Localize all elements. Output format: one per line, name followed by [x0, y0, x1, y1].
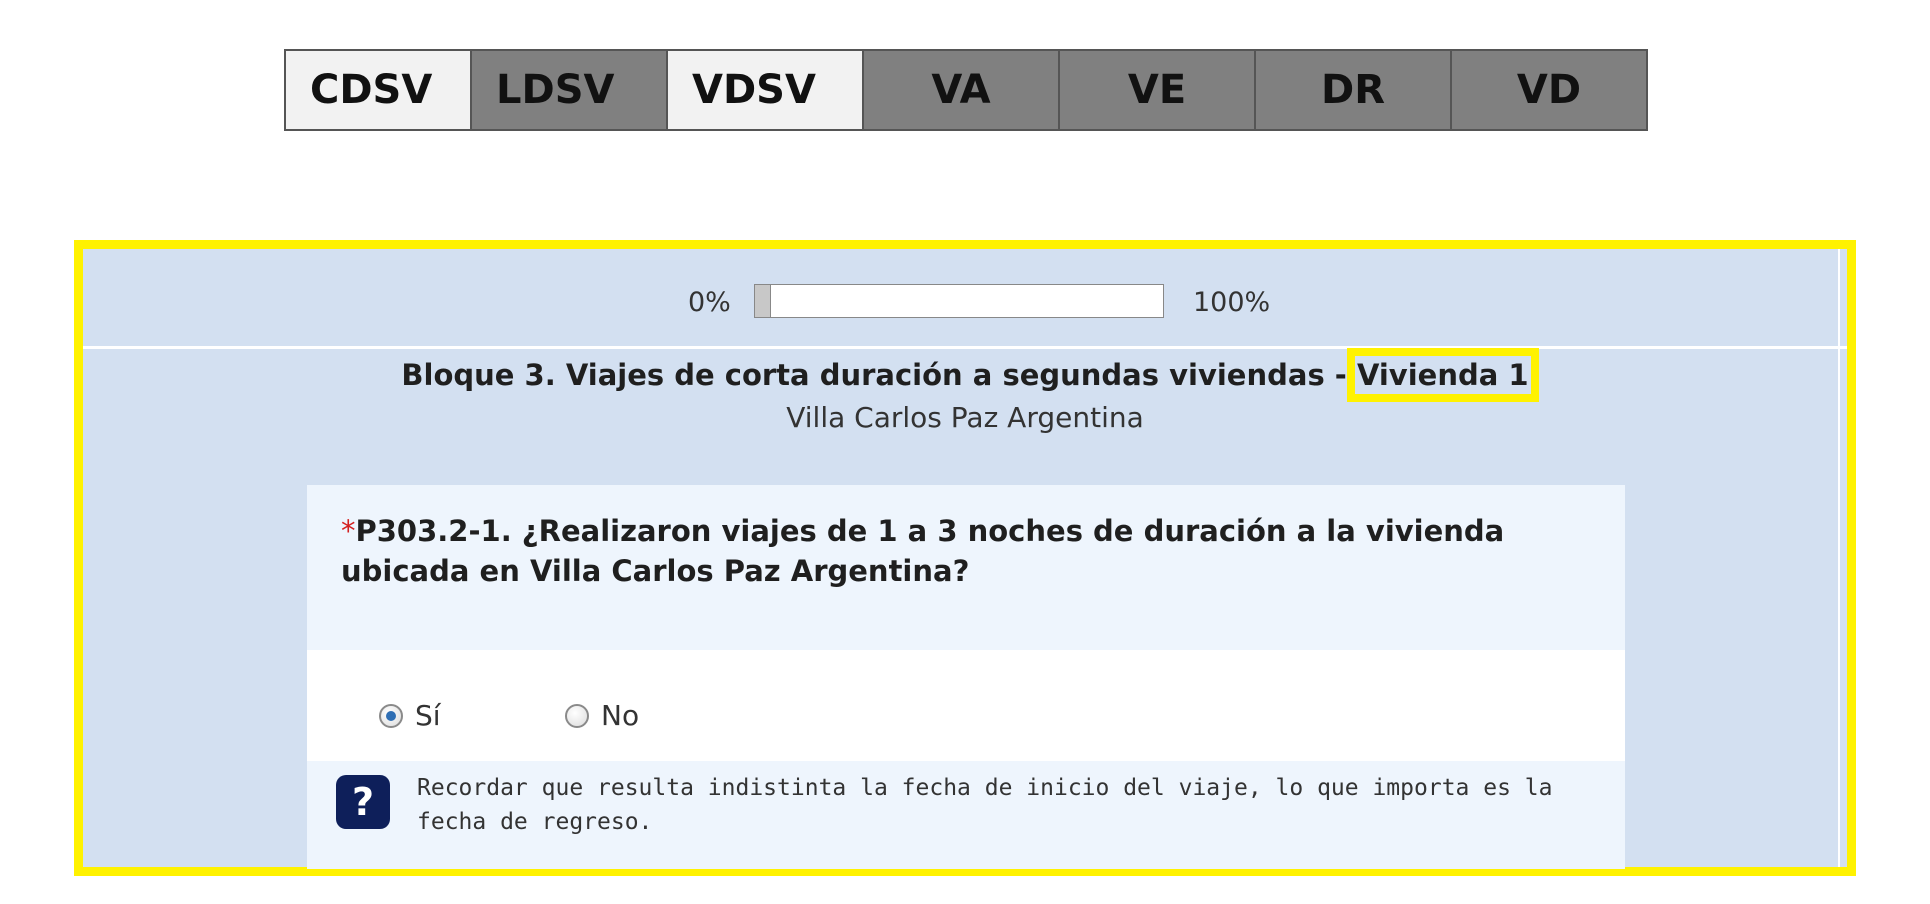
block-title: Bloque 3. Viajes de corta duración a seg… [83, 348, 1847, 402]
progress-start-label: 0% [688, 287, 731, 318]
tab-vd[interactable]: VD [1452, 51, 1646, 129]
block-subtitle: Villa Carlos Paz Argentina [786, 401, 1144, 434]
progress-fill [755, 285, 772, 317]
answer-options: Sí No [307, 650, 1625, 761]
option-si[interactable]: Sí [379, 699, 441, 732]
help-text: Recordar que resulta indistinta la fecha… [417, 775, 1553, 835]
section-tabs: CDSV LDSV VDSV VA VE DR VD [284, 49, 1648, 131]
question-mark-icon[interactable]: ? [336, 775, 390, 829]
block-title-main: Bloque 3. Viajes de corta duración a seg… [401, 358, 1357, 392]
survey-panel: 0% 100% Bloque 3. Viajes de corta duraci… [74, 240, 1856, 876]
tab-dr[interactable]: DR [1256, 51, 1450, 129]
option-no-label: No [601, 699, 640, 732]
option-no[interactable]: No [565, 699, 639, 732]
question-card: *P303.2-1. ¿Realizaron viajes de 1 a 3 n… [307, 485, 1625, 869]
progress-end-label: 100% [1193, 287, 1271, 318]
progress-bar [754, 284, 1164, 318]
radio-si[interactable] [379, 703, 403, 728]
tab-va[interactable]: VA [864, 51, 1058, 129]
tab-vdsv[interactable]: VDSV [668, 51, 862, 129]
radio-no[interactable] [565, 703, 589, 728]
question-label: P303.2-1. ¿Realizaron viajes de 1 a 3 no… [341, 514, 1505, 588]
required-mark: * [341, 514, 356, 548]
option-si-label: Sí [415, 699, 441, 732]
dwelling-highlight: Vivienda 1 [1346, 348, 1539, 402]
tab-cdsv[interactable]: CDSV [286, 51, 470, 129]
question-text: *P303.2-1. ¿Realizaron viajes de 1 a 3 n… [341, 511, 1561, 591]
tab-ldsv[interactable]: LDSV [472, 51, 666, 129]
tab-ve[interactable]: VE [1060, 51, 1254, 129]
progress-row: 0% 100% [83, 249, 1847, 349]
